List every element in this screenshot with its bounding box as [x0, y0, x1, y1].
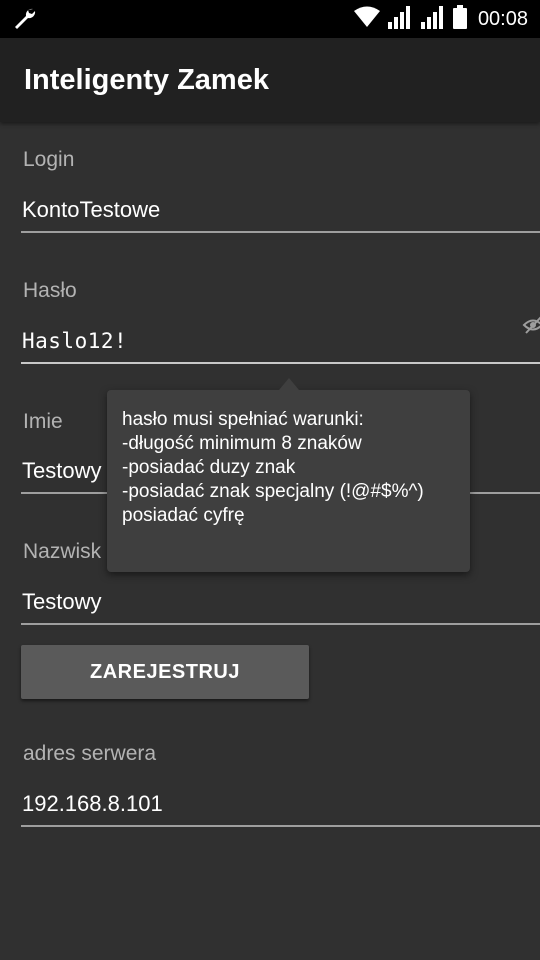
login-value: KontoTestowe [22, 197, 161, 222]
tooltip-line: posiadać cyfrę [122, 505, 245, 526]
tooltip-line: -posiadać znak specjalny (!@#$%^) [122, 481, 424, 502]
server-value: 192.168.8.101 [22, 791, 163, 816]
tooltip-arrow [279, 378, 299, 390]
login-field[interactable]: KontoTestowe [21, 195, 540, 233]
password-value: Haslo12! [22, 329, 128, 353]
surname-label: Nazwisk [23, 540, 102, 563]
status-bar: 00:08 [0, 0, 540, 38]
app-bar: Inteligenty Zamek [0, 38, 540, 122]
app-title: Inteligenty Zamek [24, 64, 269, 96]
password-label: Hasło [23, 279, 77, 302]
signal-icon [420, 5, 446, 34]
register-button[interactable]: ZAREJESTRUJ [21, 645, 309, 699]
wifi-icon [353, 6, 380, 33]
server-label: adres serwera [23, 742, 157, 765]
visibility-toggle-icon[interactable] [522, 314, 540, 341]
tooltip-line: -posiadać duzy znak [122, 457, 296, 478]
password-requirements-tooltip: hasło musi spełniać warunki: -długość mi… [107, 378, 470, 572]
tooltip-line: -długość minimum 8 znaków [122, 433, 362, 454]
name-label: Imie [23, 410, 63, 433]
wrench-icon [12, 6, 38, 37]
surname-field[interactable]: Testowy [21, 587, 540, 625]
server-field[interactable]: 192.168.8.101 [21, 789, 540, 827]
login-label: Login [23, 148, 75, 171]
tooltip-line: hasło musi spełniać warunki: [122, 409, 364, 430]
signal-icon [387, 5, 413, 34]
clock: 00:08 [477, 7, 528, 30]
battery-icon [452, 4, 467, 34]
name-value: Testowy [22, 458, 102, 483]
surname-value: Testowy [22, 589, 102, 614]
password-field[interactable]: Haslo12! [21, 326, 540, 364]
tooltip-lines: hasło musi spełniać warunki: -długość mi… [122, 408, 424, 528]
